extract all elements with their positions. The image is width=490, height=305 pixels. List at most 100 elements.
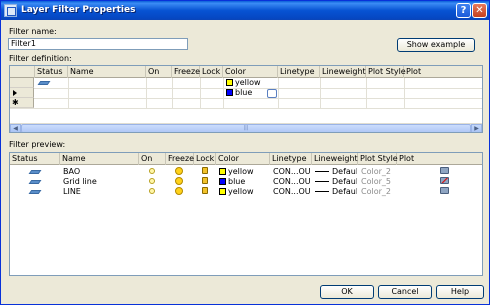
row-selector[interactable] bbox=[10, 88, 34, 98]
definition-row[interactable]: yellow bbox=[10, 78, 482, 88]
preview-row[interactable]: Grid line blue CON...OUS Default Color_5 bbox=[10, 177, 482, 187]
definition-horizontal-scrollbar[interactable]: ◀ ||| ▶ bbox=[10, 123, 482, 132]
freeze-cell bbox=[173, 167, 189, 177]
filter-definition-grid[interactable]: Status Name On Freeze Lock Color Linetyp… bbox=[9, 65, 483, 133]
filter-preview-grid[interactable]: Status Name On Freeze Lock Color Linetyp… bbox=[9, 152, 483, 276]
filter-preview-label: Filter preview: bbox=[9, 140, 66, 149]
layer-name: LINE bbox=[63, 187, 81, 196]
color-picker-button[interactable] bbox=[267, 89, 277, 98]
definition-row[interactable]: blue bbox=[10, 88, 482, 98]
color-value: yellow bbox=[228, 187, 254, 196]
yellow-swatch-icon bbox=[219, 188, 226, 195]
status-cell bbox=[28, 187, 58, 197]
linetype-value: CON...OUS bbox=[273, 167, 311, 176]
plot-cell bbox=[438, 167, 452, 177]
window-title: Layer Filter Properties bbox=[21, 5, 136, 15]
lineweight-cell: Default bbox=[313, 177, 357, 187]
plot-cell bbox=[438, 177, 452, 187]
definition-col-plot[interactable]: Plot bbox=[404, 66, 482, 78]
title-help-button[interactable]: ? bbox=[456, 3, 471, 18]
sun-thawed-icon bbox=[175, 167, 183, 175]
definition-col-freeze[interactable]: Freeze bbox=[172, 66, 200, 78]
lineweight-cell: Default bbox=[313, 167, 357, 177]
plot-cell bbox=[438, 187, 452, 197]
new-row-icon: ✱ bbox=[12, 98, 19, 107]
lightbulb-on-icon bbox=[149, 188, 155, 194]
current-row-arrow-icon bbox=[13, 90, 17, 96]
definition-col-name[interactable]: Name bbox=[68, 66, 146, 78]
linetype-value: CON...OUS bbox=[273, 177, 311, 186]
plot-style-value: Color_2 bbox=[361, 167, 391, 176]
definition-col-color[interactable]: Color bbox=[223, 66, 278, 78]
unlocked-padlock-icon bbox=[202, 187, 208, 194]
printer-icon bbox=[440, 167, 449, 174]
preview-col-plot[interactable]: Plot bbox=[397, 153, 482, 165]
lock-cell bbox=[200, 177, 214, 187]
unlocked-padlock-icon bbox=[202, 167, 208, 174]
freeze-cell bbox=[173, 187, 189, 197]
lock-cell bbox=[200, 187, 214, 197]
layer-status-icon bbox=[37, 81, 51, 85]
plot-style-value: Color_5 bbox=[361, 177, 391, 186]
on-cell bbox=[147, 177, 161, 187]
layer-status-icon bbox=[28, 180, 42, 184]
lock-cell bbox=[200, 167, 214, 177]
layer-filter-properties-dialog: Layer Filter Properties ? ✕ Filter name:… bbox=[0, 0, 490, 305]
preview-row[interactable]: LINE yellow CON...OUS Default Color_2 bbox=[10, 187, 482, 197]
preview-col-on[interactable]: On bbox=[139, 153, 166, 165]
scroll-right-arrow-icon[interactable]: ▶ bbox=[471, 124, 482, 132]
preview-col-linetype[interactable]: Linetype bbox=[270, 153, 312, 165]
definition-col-status[interactable]: Status bbox=[35, 66, 68, 78]
preview-col-lineweight[interactable]: Lineweight bbox=[312, 153, 358, 165]
layer-filter-app-icon bbox=[4, 4, 17, 17]
preview-col-lock[interactable]: Lock bbox=[194, 153, 216, 165]
definition-col-plot-style[interactable]: Plot Style bbox=[366, 66, 406, 78]
printer-icon bbox=[440, 187, 449, 194]
color-value: blue bbox=[228, 177, 246, 186]
layer-name: BAO bbox=[63, 167, 81, 176]
cancel-button[interactable]: Cancel bbox=[378, 285, 432, 299]
color-cell[interactable]: yellow bbox=[224, 78, 277, 88]
layer-status-icon bbox=[28, 190, 42, 194]
layer-status-icon bbox=[28, 170, 42, 174]
lightbulb-on-icon bbox=[149, 168, 155, 174]
on-cell bbox=[147, 167, 161, 177]
definition-new-row[interactable]: ✱ bbox=[10, 98, 482, 108]
color-value: yellow bbox=[228, 167, 254, 176]
preview-col-status[interactable]: Status bbox=[10, 153, 60, 165]
preview-row[interactable]: BAO yellow CON...OUS Default Color_2 bbox=[10, 167, 482, 177]
layer-name: Grid line bbox=[63, 177, 97, 186]
preview-header-row: Status Name On Freeze Lock Color Linetyp… bbox=[10, 153, 482, 165]
title-close-button[interactable]: ✕ bbox=[472, 3, 487, 18]
definition-col-lineweight[interactable]: Lineweight bbox=[320, 66, 366, 78]
show-example-button[interactable]: Show example bbox=[397, 38, 475, 52]
color-value: blue bbox=[235, 88, 253, 97]
scroll-thumb[interactable]: ||| bbox=[21, 124, 471, 132]
scroll-left-arrow-icon[interactable]: ◀ bbox=[10, 124, 21, 132]
freeze-cell bbox=[173, 177, 189, 187]
help-button[interactable]: Help bbox=[436, 285, 484, 299]
definition-col-on[interactable]: On bbox=[146, 66, 172, 78]
row-selector[interactable] bbox=[10, 78, 34, 88]
status-cell bbox=[28, 177, 58, 187]
yellow-swatch-icon bbox=[226, 79, 233, 86]
color-value: yellow bbox=[235, 78, 261, 87]
filter-definition-label: Filter definition: bbox=[9, 54, 72, 63]
new-row-selector[interactable]: ✱ bbox=[10, 98, 34, 108]
preview-col-freeze[interactable]: Freeze bbox=[166, 153, 194, 165]
lineweight-value: Default bbox=[332, 167, 357, 176]
no-plot-printer-icon bbox=[440, 177, 449, 184]
preview-col-name[interactable]: Name bbox=[60, 153, 139, 165]
lightbulb-on-icon bbox=[149, 178, 155, 184]
definition-header-selector bbox=[10, 66, 35, 78]
title-bar[interactable]: Layer Filter Properties ? ✕ bbox=[1, 1, 489, 20]
filter-name-input[interactable]: Filter1 bbox=[8, 38, 188, 50]
lineweight-sample-line bbox=[315, 171, 329, 172]
definition-col-linetype[interactable]: Linetype bbox=[278, 66, 320, 78]
preview-col-plot-style[interactable]: Plot Style bbox=[358, 153, 398, 165]
linetype-value: CON...OUS bbox=[273, 187, 311, 196]
definition-col-lock[interactable]: Lock bbox=[200, 66, 223, 78]
ok-button[interactable]: OK bbox=[320, 285, 374, 299]
sun-thawed-icon bbox=[175, 187, 183, 195]
preview-col-color[interactable]: Color bbox=[216, 153, 270, 165]
